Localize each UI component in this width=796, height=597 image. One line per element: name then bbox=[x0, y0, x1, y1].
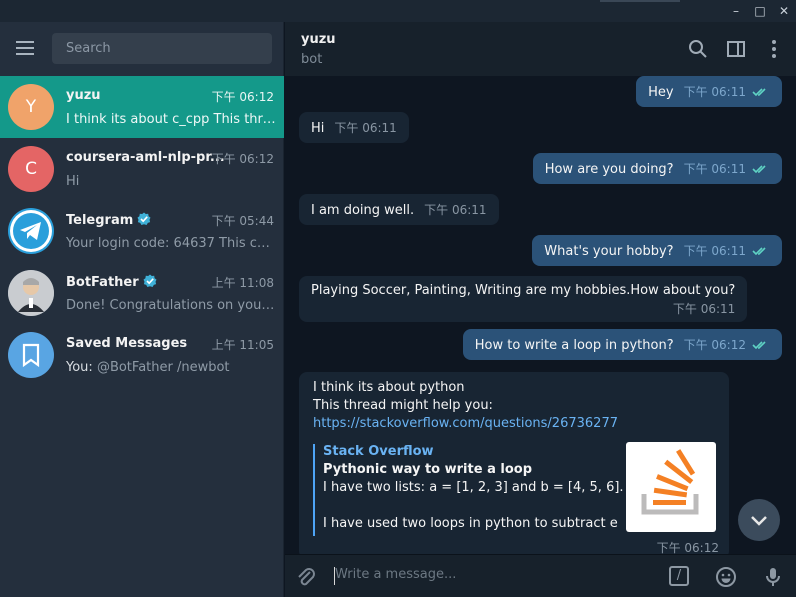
verified-badge-icon bbox=[137, 212, 151, 225]
message-time: 下午 06:11 bbox=[672, 302, 736, 316]
chat-item[interactable]: Ccoursera-aml-nlp-pr... 下午 06:12 Hi bbox=[0, 138, 284, 200]
chat-item[interactable]: Yyuzu 下午 06:12 I think its about c_cpp Thi… bbox=[0, 76, 284, 138]
chat-title[interactable]: yuzu bbox=[301, 32, 336, 47]
search-input[interactable]: Search bbox=[52, 33, 272, 64]
chat-preview: I think its about c_cpp This thread migh… bbox=[66, 112, 276, 127]
chat-item[interactable]: BotFather 上午 11:08 Done! Congratulations o… bbox=[0, 262, 284, 324]
chat-name: yuzu bbox=[66, 88, 101, 103]
scroll-down-button[interactable] bbox=[738, 499, 780, 541]
hamburger-menu-icon[interactable] bbox=[16, 41, 34, 55]
message-time: 下午 06:12 bbox=[683, 338, 746, 352]
read-checkmark-icon bbox=[752, 88, 766, 97]
chat-item[interactable]: Telegram 下午 05:44 Your login code: 64637 T… bbox=[0, 200, 284, 262]
chat-name: Saved Messages bbox=[66, 336, 187, 351]
chat-time: 上午 11:08 bbox=[211, 276, 274, 290]
chat-list-sidebar: Search Yyuzu 下午 06:12 I think its about c_… bbox=[0, 22, 284, 597]
chat-preview: Done! Congratulations on your new bot bbox=[66, 298, 276, 313]
avatar: C bbox=[8, 146, 54, 192]
message-text: Hey bbox=[648, 85, 674, 100]
read-checkmark-icon bbox=[752, 341, 766, 350]
message-time: 下午 06:12 bbox=[656, 541, 719, 554]
message-text: Hi bbox=[311, 121, 325, 136]
chat-time: 下午 06:12 bbox=[211, 152, 274, 166]
search-icon[interactable] bbox=[688, 39, 708, 59]
text-cursor bbox=[334, 567, 335, 585]
message-bubble-link: I think its about python This thread mig… bbox=[299, 372, 729, 554]
message-text: I am doing well. bbox=[311, 203, 415, 218]
chat-time: 上午 11:05 bbox=[211, 338, 274, 352]
avatar: Y bbox=[8, 84, 54, 130]
chat-name-text: Telegram bbox=[66, 213, 134, 228]
read-checkmark-icon bbox=[752, 165, 766, 174]
outgoing-message: How are you doing? 下午 06:11 bbox=[532, 153, 782, 184]
telegram-avatar bbox=[8, 208, 54, 254]
message-text: What's your hobby? bbox=[544, 244, 674, 259]
chat-name-text: BotFather bbox=[66, 275, 139, 290]
title-bar-divider bbox=[600, 0, 680, 2]
message-link[interactable]: https://stackoverflow.com/questions/2673… bbox=[313, 416, 618, 431]
botfather-avatar bbox=[8, 270, 54, 316]
chat-preview: Your login code: 64637 This code can be … bbox=[66, 236, 276, 251]
chevron-down-icon bbox=[751, 516, 767, 526]
message-time: 下午 06:11 bbox=[683, 162, 746, 176]
message-text: Playing Soccer, Painting, Writing are my… bbox=[311, 283, 736, 298]
chat-name-text: coursera-aml-nlp-pr... bbox=[66, 150, 225, 165]
chat-name-text: Saved Messages bbox=[66, 336, 188, 351]
stack-overflow-logo-icon[interactable] bbox=[626, 442, 716, 532]
chat-name: Telegram bbox=[66, 212, 151, 228]
verified-badge-icon bbox=[143, 274, 157, 287]
preview-text: @BotFather /newbot bbox=[96, 360, 230, 375]
message-area: Hey 下午 06:11 Hi 下午 06:11 How are you doing? 下… bbox=[285, 76, 796, 554]
maximize-button[interactable]: □ bbox=[750, 2, 770, 20]
message-text: How to write a loop in python? bbox=[474, 338, 674, 353]
chat-name-text: yuzu bbox=[66, 88, 101, 103]
message-time: 下午 06:11 bbox=[424, 203, 487, 217]
bookmark-icon bbox=[8, 332, 54, 378]
message-text-line: I think its about python bbox=[313, 380, 465, 395]
message-input[interactable]: Write a message... bbox=[335, 567, 456, 582]
chat-time: 下午 05:44 bbox=[211, 214, 274, 228]
message-text: How are you doing? bbox=[544, 162, 674, 177]
outgoing-message: Hey 下午 06:11 bbox=[636, 76, 782, 107]
bot-command-icon[interactable]: / bbox=[669, 566, 689, 586]
chat-name: coursera-aml-nlp-pr... bbox=[66, 150, 225, 165]
link-preview-text: I have used two loops in python to subtr… bbox=[323, 516, 618, 531]
message-time: 下午 06:11 bbox=[683, 244, 746, 258]
chat-header: yuzu bot bbox=[285, 22, 796, 76]
chat-time: 下午 06:12 bbox=[211, 90, 274, 104]
chat-item[interactable]: Saved Messages 上午 11:05 You: @BotFather /n… bbox=[0, 324, 284, 386]
close-button[interactable]: ✕ bbox=[774, 2, 794, 20]
outgoing-message: How to write a loop in python? 下午 06:12 bbox=[462, 329, 782, 360]
chat-name: BotFather bbox=[66, 274, 157, 290]
link-preview-text: I have two lists: a = [1, 2, 3] and b = … bbox=[323, 480, 624, 495]
message-text-line: This thread might help you: bbox=[313, 398, 493, 413]
more-options-icon[interactable] bbox=[764, 39, 784, 59]
incoming-message: Hi 下午 06:11 bbox=[299, 112, 409, 143]
message-time: 下午 06:11 bbox=[683, 85, 746, 99]
attach-icon[interactable] bbox=[295, 566, 317, 588]
incoming-message: Playing Soccer, Painting, Writing are my… bbox=[299, 276, 748, 322]
link-preview-title: Pythonic way to write a loop bbox=[323, 462, 532, 477]
preview-sender: You: bbox=[66, 360, 93, 375]
chat-preview: You: @BotFather /newbot bbox=[66, 360, 276, 375]
chat-status: bot bbox=[301, 52, 323, 67]
outgoing-message: What's your hobby? 下午 06:11 bbox=[532, 235, 782, 266]
link-preview-site[interactable]: Stack Overflow bbox=[323, 444, 434, 459]
emoji-icon[interactable] bbox=[715, 566, 737, 588]
message-time: 下午 06:11 bbox=[334, 121, 397, 135]
incoming-message: I am doing well. 下午 06:11 bbox=[299, 194, 499, 225]
link-preview-bar bbox=[313, 444, 315, 536]
minimize-button[interactable]: – bbox=[726, 2, 746, 20]
message-composer: Write a message... / bbox=[285, 554, 796, 597]
microphone-icon[interactable] bbox=[762, 566, 784, 588]
sidebar-toggle-icon[interactable] bbox=[726, 39, 746, 59]
read-checkmark-icon bbox=[752, 247, 766, 256]
title-bar: – □ ✕ bbox=[0, 0, 796, 22]
chat-preview: Hi bbox=[66, 174, 80, 189]
